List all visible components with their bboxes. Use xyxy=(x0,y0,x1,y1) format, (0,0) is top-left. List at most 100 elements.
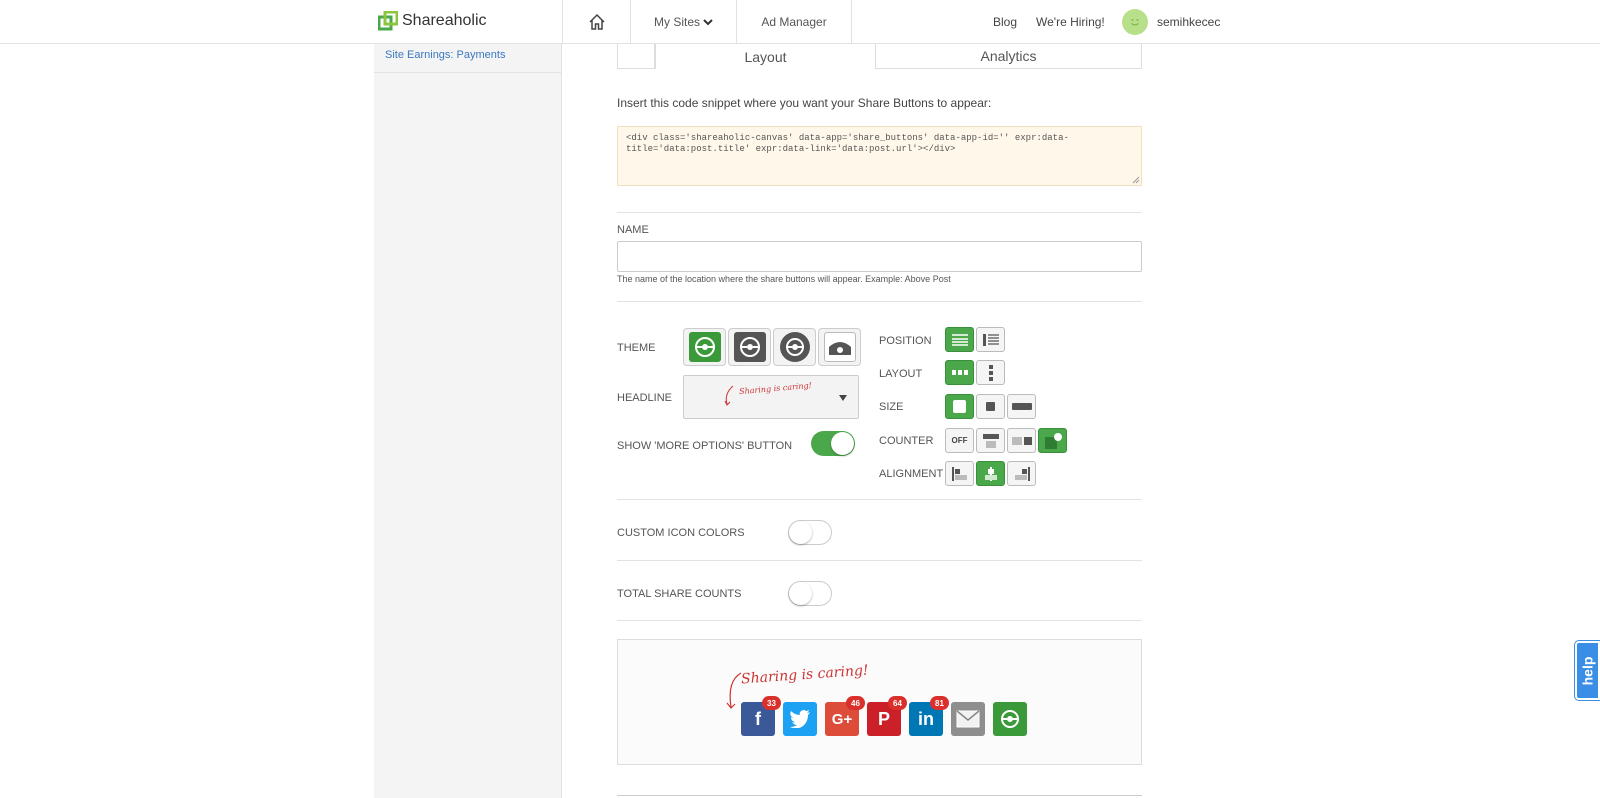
size-option-small[interactable] xyxy=(976,394,1005,419)
ad-manager-link[interactable]: Ad Manager xyxy=(736,0,852,44)
help-tab-button[interactable]: help xyxy=(1575,641,1600,700)
name-hint: The name of the location where the share… xyxy=(617,274,951,284)
facebook-icon: f xyxy=(755,708,761,729)
resize-handle-icon[interactable] xyxy=(1132,176,1140,184)
code-line: <div class='shareaholic-canvas' data-app… xyxy=(626,133,1069,143)
sidebar-lines-icon xyxy=(982,333,999,346)
linkedin-count-badge: 81 xyxy=(930,696,949,710)
pinterest-count-badge: 64 xyxy=(888,696,907,710)
square-large-icon xyxy=(953,400,966,413)
share-icon xyxy=(733,332,766,362)
square-small-icon xyxy=(986,402,995,411)
layout-option-vertical[interactable] xyxy=(976,360,1005,385)
horizontal-dots-icon xyxy=(951,369,968,375)
counter-option-off[interactable]: OFF xyxy=(945,428,974,453)
position-option-floating[interactable] xyxy=(976,327,1005,352)
position-option-inline[interactable] xyxy=(945,327,974,352)
counter-option-side[interactable] xyxy=(1007,428,1036,453)
vertical-dots-icon xyxy=(988,364,993,381)
toggle-knob xyxy=(831,432,854,455)
share-icon xyxy=(688,332,721,362)
more-options-toggle[interactable] xyxy=(811,431,855,456)
total-share-counts-toggle[interactable] xyxy=(788,581,832,606)
layout-option-horizontal[interactable] xyxy=(945,360,974,385)
counter-option-top[interactable] xyxy=(976,428,1005,453)
linkedin-icon: in xyxy=(918,708,934,729)
blog-label: Blog xyxy=(993,15,1018,29)
more-options-label: SHOW 'MORE OPTIONS' BUTTON xyxy=(617,440,793,452)
align-right-icon xyxy=(1014,466,1030,481)
email-share-button[interactable] xyxy=(951,702,985,736)
divider xyxy=(617,499,1142,500)
hiring-label: We're Hiring! xyxy=(1036,15,1105,29)
divider xyxy=(617,795,1142,796)
tab-previous[interactable] xyxy=(617,44,655,69)
position-label: POSITION xyxy=(879,335,932,347)
alignment-option-left[interactable] xyxy=(945,461,974,486)
theme-option-dark[interactable] xyxy=(728,328,771,366)
code-line: title='data:post.title' expr:data-link='… xyxy=(626,144,956,154)
name-label: NAME xyxy=(617,224,649,236)
counter-badge-icon xyxy=(1044,432,1062,449)
twitter-icon xyxy=(790,710,810,728)
help-label: help xyxy=(1579,656,1596,685)
alignment-option-right[interactable] xyxy=(1007,461,1036,486)
tab-analytics[interactable]: Analytics xyxy=(875,44,1142,69)
snippet-instructions: Insert this code snippet where you want … xyxy=(617,96,992,110)
counter-top-icon xyxy=(982,433,999,448)
alignment-option-center[interactable] xyxy=(976,461,1005,486)
headline-select[interactable]: Sharing is caring! xyxy=(683,375,859,419)
lines-icon xyxy=(951,333,968,346)
avatar xyxy=(1122,9,1148,35)
total-share-counts-label: TOTAL SHARE COUNTS xyxy=(617,588,742,600)
size-option-large[interactable] xyxy=(945,394,974,419)
pinterest-icon: P xyxy=(877,708,890,729)
my-sites-dropdown[interactable]: My Sites xyxy=(630,0,736,44)
hiring-link[interactable]: We're Hiring! xyxy=(1036,0,1105,44)
home-button[interactable] xyxy=(562,0,630,44)
sidebar-item-site-earnings-payments[interactable]: Site Earnings: Payments xyxy=(374,44,561,73)
headline-label: HEADLINE xyxy=(617,392,673,404)
custom-icon-colors-label: CUSTOM ICON COLORS xyxy=(617,527,745,539)
theme-option-flat[interactable] xyxy=(818,328,861,366)
divider xyxy=(617,301,1142,302)
ad-manager-label: Ad Manager xyxy=(761,15,827,29)
theme-option-green[interactable] xyxy=(683,328,726,366)
username: semihkecec xyxy=(1157,15,1221,29)
align-center-icon xyxy=(984,466,997,481)
toggle-knob xyxy=(789,521,812,544)
custom-icon-colors-toggle[interactable] xyxy=(788,520,832,545)
divider xyxy=(617,560,1142,561)
more-options-icon xyxy=(1001,710,1019,728)
shareaholic-logo[interactable]: Shareaholic xyxy=(378,11,487,31)
tab-bar: Layout Analytics xyxy=(617,44,1142,69)
divider xyxy=(617,212,1142,213)
my-sites-label: My Sites xyxy=(653,15,700,29)
counter-option-badge[interactable] xyxy=(1038,428,1067,453)
layout-label: LAYOUT xyxy=(879,368,923,380)
theme-option-round[interactable] xyxy=(773,328,816,366)
logo-text: Shareaholic xyxy=(402,12,487,29)
more-options-share-button[interactable] xyxy=(993,702,1027,736)
blog-link[interactable]: Blog xyxy=(993,0,1017,44)
user-menu[interactable]: semihkecec xyxy=(1122,0,1220,44)
share-icon xyxy=(779,332,810,362)
google-plus-icon: G+ xyxy=(831,710,853,728)
theme-label: THEME xyxy=(617,342,656,354)
email-icon xyxy=(956,710,980,728)
name-input[interactable] xyxy=(617,241,1142,272)
code-snippet-textarea[interactable]: <div class='shareaholic-canvas' data-app… xyxy=(617,126,1142,186)
counter-side-icon xyxy=(1011,436,1032,445)
top-navigation-bar: Shareaholic My Sites Ad Manager Blog We'… xyxy=(0,0,1600,44)
rectangle-wide-icon xyxy=(1011,403,1032,410)
toggle-knob xyxy=(789,582,812,605)
shareaholic-logo-icon xyxy=(378,11,398,31)
google-plus-count-badge: 46 xyxy=(846,696,865,710)
size-option-wide[interactable] xyxy=(1007,394,1036,419)
tab-layout[interactable]: Layout xyxy=(655,44,876,69)
facebook-count-badge: 33 xyxy=(762,696,781,710)
share-icon xyxy=(823,332,856,362)
twitter-share-button[interactable] xyxy=(783,702,817,736)
sidebar: Site Earnings: Payments xyxy=(374,44,562,798)
align-left-icon xyxy=(951,466,967,481)
